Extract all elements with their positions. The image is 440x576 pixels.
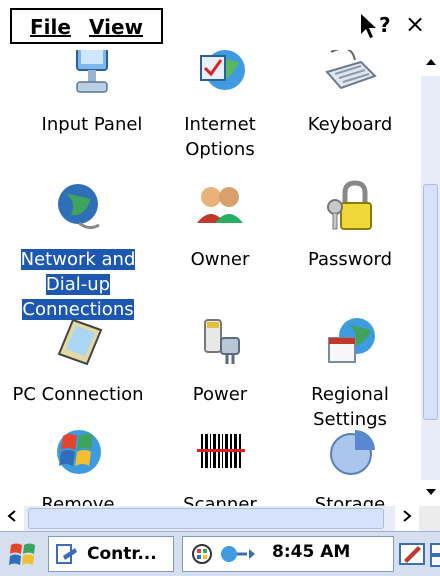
item-label: Scanner	[183, 494, 257, 506]
item-owner[interactable]: Owner	[150, 177, 290, 272]
scroll-down-button[interactable]	[421, 480, 440, 506]
item-remove[interactable]: Remove	[8, 422, 148, 506]
item-internet-options[interactable]: Internet Options	[150, 50, 290, 162]
owner-icon	[197, 187, 243, 223]
item-power[interactable]: Power	[150, 312, 290, 407]
system-tray: 8:45 AM	[182, 536, 394, 572]
item-label: Internet Options	[184, 114, 256, 160]
input-panel-icon	[76, 50, 108, 93]
item-network-dialup[interactable]: Network and Dial-up Connections	[8, 177, 148, 322]
control-panel-grid: Input Panel Internet Options Keyboard Ne…	[0, 50, 421, 506]
item-keyboard[interactable]: Keyboard	[280, 50, 420, 137]
item-scanner[interactable]: Scanner	[150, 422, 290, 506]
start-windows-icon[interactable]	[8, 540, 38, 570]
item-label: Network and Dial-up Connections	[20, 249, 136, 320]
close-button[interactable]: ×	[405, 10, 439, 42]
arrow-up-icon	[425, 59, 436, 65]
item-label: Remove	[41, 494, 115, 506]
item-password[interactable]: Password	[280, 177, 420, 272]
arrow-down-icon	[425, 489, 436, 495]
vertical-scroll-thumb[interactable]	[423, 184, 438, 420]
clock[interactable]: 8:45 AM	[272, 542, 350, 562]
menu-bar: File View ? ×	[0, 0, 440, 50]
scroll-left-button[interactable]	[0, 506, 24, 531]
storage-pie-icon	[330, 430, 375, 475]
network-connection-icon[interactable]	[219, 543, 259, 565]
taskbar-task-control-panel[interactable]: Contr...	[48, 536, 174, 572]
item-pc-connection[interactable]: PC Connection	[8, 312, 148, 407]
arrow-left-icon	[7, 510, 16, 522]
view-menu[interactable]: View	[89, 15, 143, 39]
input-panel-toggle-icon[interactable]	[398, 540, 426, 568]
item-label: Keyboard	[307, 114, 393, 135]
svg-text:?: ?	[379, 13, 391, 37]
scroll-right-button[interactable]	[395, 506, 419, 531]
scroll-up-button[interactable]	[421, 50, 440, 76]
item-label: Owner	[190, 249, 250, 270]
barcode-scanner-icon	[197, 434, 245, 468]
arrow-right-icon	[403, 510, 412, 522]
size-grip	[421, 506, 440, 531]
help-cursor-icon: ?	[361, 13, 391, 38]
task-label: Contr...	[87, 544, 157, 564]
item-label: Power	[192, 384, 248, 405]
network-globe-icon	[58, 184, 100, 230]
windows-media-icon[interactable]	[191, 543, 213, 565]
control-panel-icon	[56, 544, 77, 564]
power-plug-icon	[204, 319, 240, 364]
menu-box: File View	[10, 8, 163, 44]
internet-options-icon	[200, 50, 245, 90]
windows-remove-icon	[57, 430, 101, 474]
item-label: Password	[307, 249, 393, 270]
horizontal-scroll-thumb[interactable]	[28, 508, 384, 529]
item-input-panel[interactable]: Input Panel	[22, 50, 162, 137]
item-label: Input Panel	[41, 114, 143, 135]
horizontal-scrollbar[interactable]	[0, 506, 440, 531]
keyboard-icon	[325, 50, 377, 90]
item-storage[interactable]: Storage	[280, 422, 420, 506]
regional-settings-icon	[328, 318, 375, 363]
help-button[interactable]: ?	[357, 10, 397, 42]
pc-connection-icon	[57, 318, 103, 366]
vertical-scrollbar[interactable]	[421, 50, 440, 506]
padlock-icon	[327, 180, 372, 230]
desktop-windows-icon[interactable]	[430, 540, 440, 568]
item-label: PC Connection	[12, 384, 144, 405]
file-menu[interactable]: File	[30, 15, 71, 39]
item-label: Storage	[314, 494, 386, 506]
taskbar: Contr... 8:45 AM	[0, 531, 440, 576]
item-regional-settings[interactable]: Regional Settings	[280, 312, 420, 432]
